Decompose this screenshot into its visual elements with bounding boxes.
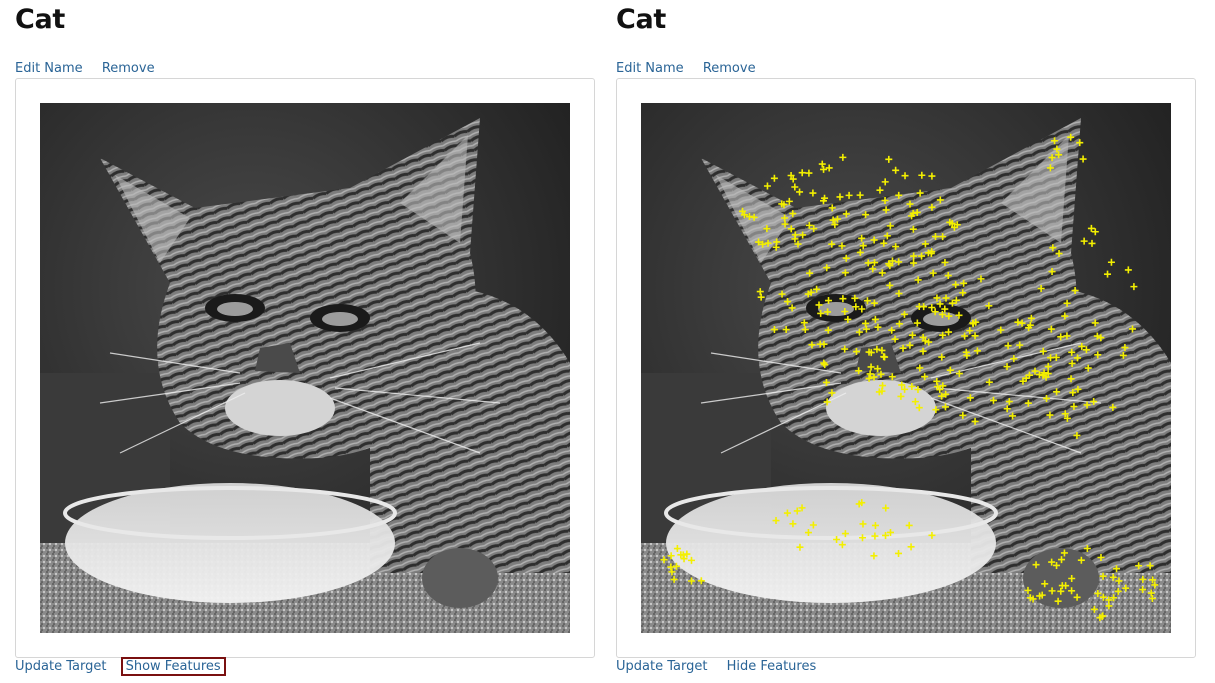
remove-link[interactable]: Remove — [703, 61, 756, 76]
cat-photo — [40, 103, 570, 633]
edit-name-link[interactable]: Edit Name — [15, 61, 83, 76]
target-actions: Edit Name Remove — [15, 61, 170, 76]
target-panel-right: Cat Edit Name Remove Update Target Hide … — [615, 0, 1197, 683]
target-title: Cat — [616, 4, 667, 35]
target-footer-actions: Update Target Show Features — [15, 657, 239, 676]
cat-photo-with-features — [641, 103, 1171, 633]
update-target-link[interactable]: Update Target — [616, 659, 707, 674]
remove-link[interactable]: Remove — [102, 61, 155, 76]
show-features-link[interactable]: Show Features — [120, 657, 226, 676]
target-title: Cat — [15, 4, 66, 35]
target-image-frame — [616, 78, 1196, 658]
update-target-link[interactable]: Update Target — [15, 659, 106, 674]
target-panel-left: Cat Edit Name Remove Update Target Show … — [14, 0, 596, 683]
target-footer-actions: Update Target Hide Features — [616, 659, 831, 674]
hide-features-link[interactable]: Hide Features — [727, 659, 817, 674]
target-image-frame — [15, 78, 595, 658]
target-actions: Edit Name Remove — [616, 61, 771, 76]
cat-illustration — [40, 103, 570, 633]
edit-name-link[interactable]: Edit Name — [616, 61, 684, 76]
